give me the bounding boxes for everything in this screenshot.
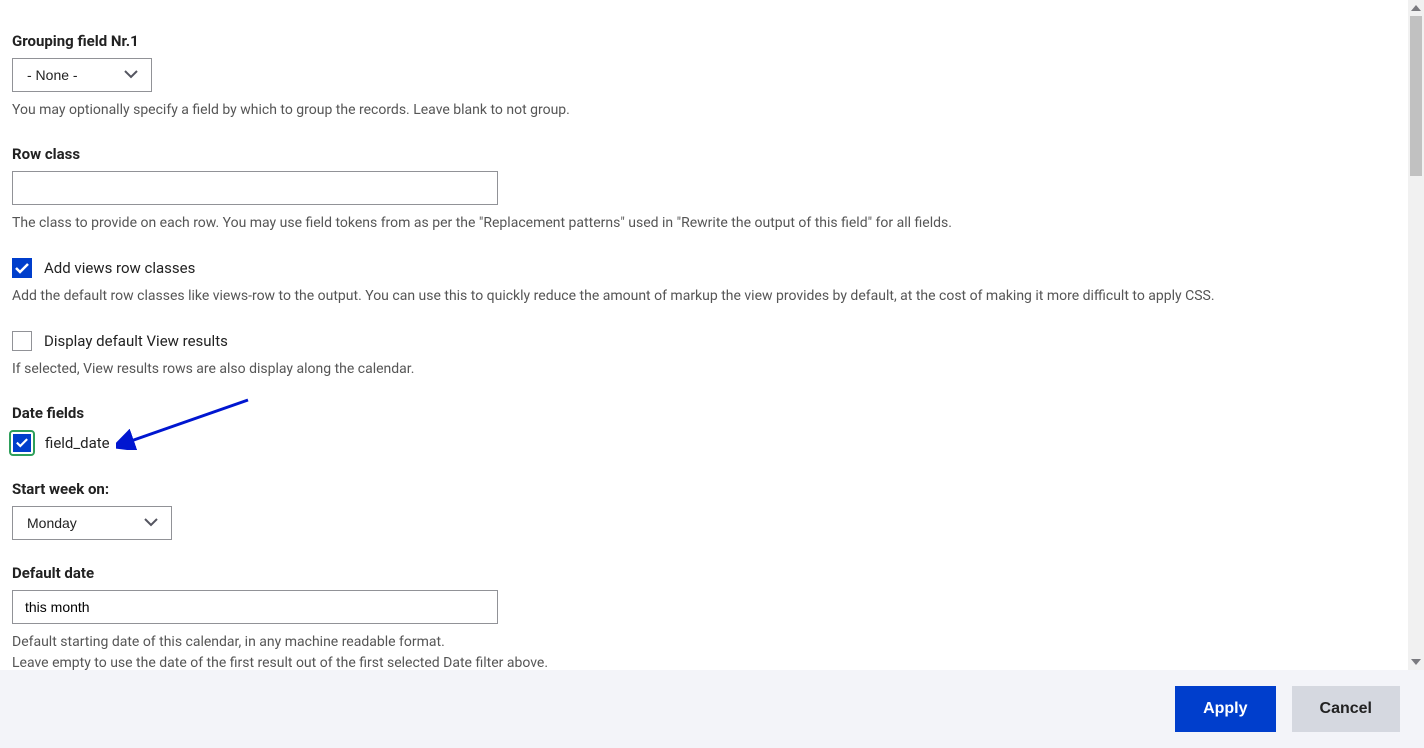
apply-button[interactable]: Apply: [1175, 686, 1275, 732]
add-views-row-classes-row: Add views row classes: [12, 258, 1396, 278]
default-date-label: Default date: [12, 564, 1396, 582]
start-week-on-select-wrapper: Monday: [12, 506, 172, 540]
default-date-input[interactable]: [12, 590, 498, 624]
row-class-input[interactable]: [12, 171, 498, 205]
date-fields-label: Date fields: [12, 404, 1396, 422]
grouping-field-section: Grouping field Nr.1 - None - You may opt…: [12, 32, 1396, 121]
date-field-option-label: field_date: [45, 434, 110, 452]
display-default-results-row: Display default View results: [12, 331, 1396, 351]
form-content: Grouping field Nr.1 - None - You may opt…: [0, 0, 1408, 670]
start-week-on-select[interactable]: Monday: [12, 506, 172, 540]
scrollbar-thumb[interactable]: [1410, 16, 1422, 176]
default-date-section: Default date Default starting date of th…: [12, 564, 1396, 670]
grouping-field-description: You may optionally specify a field by wh…: [12, 100, 1396, 121]
default-date-description-line2: Leave empty to use the date of the first…: [12, 653, 1396, 670]
date-field-highlight-box: [9, 430, 35, 456]
default-date-description-line1: Default starting date of this calendar, …: [12, 632, 1396, 653]
scrollbar-down-arrow-icon[interactable]: [1408, 654, 1424, 670]
start-week-on-label: Start week on:: [12, 480, 1396, 498]
add-views-row-classes-section: Add views row classes Add the default ro…: [12, 258, 1396, 307]
row-class-section: Row class The class to provide on each r…: [12, 145, 1396, 234]
row-class-description: The class to provide on each row. You ma…: [12, 213, 1396, 234]
add-views-row-classes-label: Add views row classes: [44, 259, 195, 277]
start-week-on-section: Start week on: Monday: [12, 480, 1396, 540]
row-class-label: Row class: [12, 145, 1396, 163]
default-date-description: Default starting date of this calendar, …: [12, 632, 1396, 670]
grouping-field-select-wrapper: - None -: [12, 58, 152, 92]
cancel-button[interactable]: Cancel: [1292, 686, 1400, 732]
display-default-results-section: Display default View results If selected…: [12, 331, 1396, 380]
display-default-results-label: Display default View results: [44, 332, 228, 350]
grouping-field-select[interactable]: - None -: [12, 58, 152, 92]
add-views-row-classes-checkbox[interactable]: [12, 258, 32, 278]
grouping-field-label: Grouping field Nr.1: [12, 32, 1396, 50]
date-fields-option-row: field_date: [12, 430, 1396, 456]
scrollbar-track[interactable]: [1408, 0, 1424, 670]
scrollbar-up-arrow-icon[interactable]: [1408, 0, 1424, 16]
date-fields-section: Date fields field_date: [12, 404, 1396, 456]
display-default-results-description: If selected, View results rows are also …: [12, 359, 1396, 380]
date-field-checkbox[interactable]: [13, 434, 31, 452]
add-views-row-classes-description: Add the default row classes like views-r…: [12, 286, 1396, 307]
dialog-footer: Apply Cancel: [0, 670, 1424, 748]
display-default-results-checkbox[interactable]: [12, 331, 32, 351]
